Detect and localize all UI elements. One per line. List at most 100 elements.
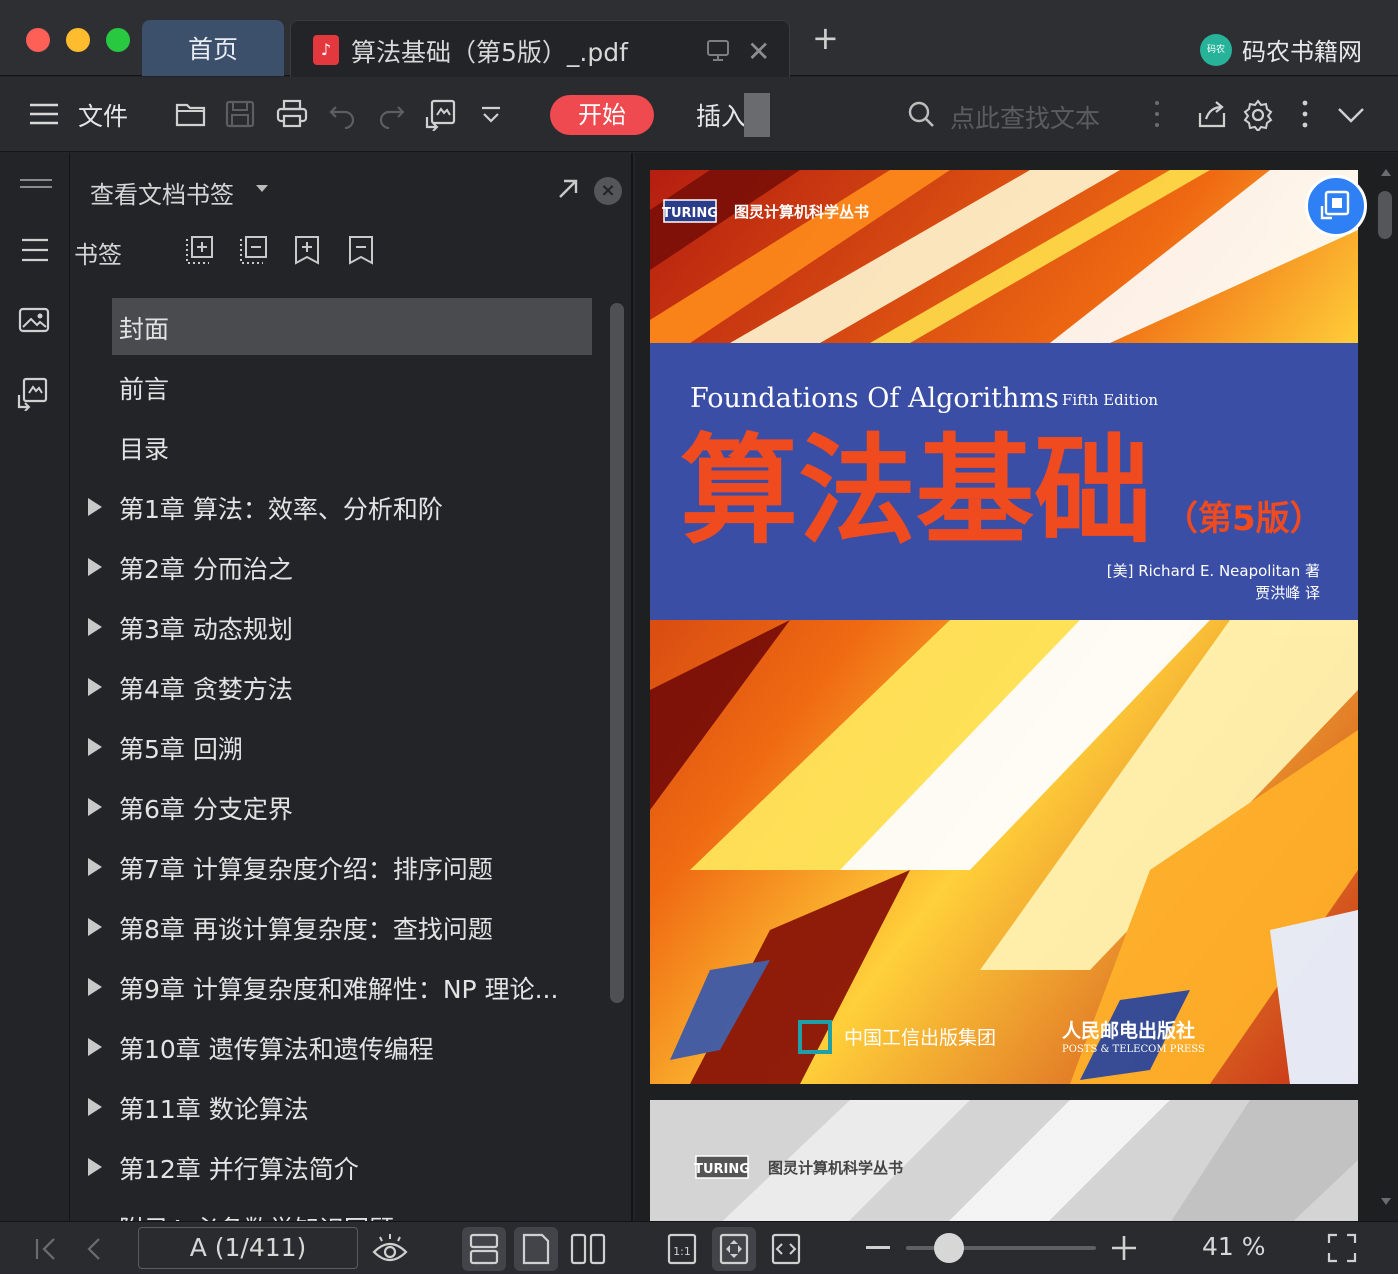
- bookmark-item[interactable]: 附录A 必备数学知识回顾: [70, 1197, 610, 1221]
- convert-icon: [1320, 190, 1350, 220]
- expand-triangle-icon[interactable]: [88, 858, 102, 876]
- expand-triangle-icon[interactable]: [88, 1158, 102, 1176]
- chevron-down-icon[interactable]: [1336, 105, 1366, 125]
- redo-icon[interactable]: [376, 99, 406, 129]
- actual-size-button[interactable]: 1:1: [660, 1227, 704, 1271]
- fit-width-button[interactable]: [764, 1227, 808, 1271]
- save-icon[interactable]: [224, 99, 256, 129]
- remove-bookmark-icon[interactable]: [238, 235, 268, 265]
- monitor-icon[interactable]: [705, 37, 731, 63]
- thumbnail-image-icon[interactable]: [18, 307, 50, 335]
- first-page-icon[interactable]: [34, 1236, 58, 1262]
- bookmark-item-label: 第12章 并行算法简介: [119, 1155, 359, 1184]
- two-page-icon: [570, 1233, 606, 1265]
- fullscreen-icon[interactable]: [1326, 1232, 1358, 1264]
- expand-triangle-icon[interactable]: [88, 498, 102, 516]
- close-tab-icon[interactable]: ✕: [747, 35, 770, 68]
- bookmark-item-label: 封面: [119, 315, 170, 344]
- tab-home[interactable]: 首页: [142, 20, 284, 76]
- more-options-icon[interactable]: [1298, 99, 1312, 129]
- expand-triangle-icon[interactable]: [88, 738, 102, 756]
- bookmark-item[interactable]: 第8章 再谈计算复杂度：查找问题: [70, 897, 610, 957]
- close-window-button[interactable]: [26, 28, 50, 52]
- tab-scroll-handle[interactable]: [744, 93, 770, 137]
- bookmark-item[interactable]: 第7章 计算复杂度介绍：排序问题: [70, 837, 610, 897]
- scroll-down-arrow-icon[interactable]: [1380, 1197, 1392, 1207]
- bookmark-item-label: 第4章 贪婪方法: [119, 675, 293, 704]
- fit-width-icon: [771, 1233, 801, 1265]
- bookmark-item[interactable]: 第1章 算法：效率、分析和阶: [70, 477, 610, 537]
- read-mode-eye-icon[interactable]: [372, 1232, 408, 1266]
- panel-title-dropdown[interactable]: 查看文档书签: [90, 175, 234, 210]
- caret-down-icon[interactable]: [256, 185, 268, 192]
- collapse-panel-icon[interactable]: [20, 177, 52, 191]
- bookmark-item[interactable]: 第5章 回溯: [70, 717, 610, 777]
- publisher-english: POSTS & TELECOM PRESS: [1062, 1044, 1205, 1055]
- convert-document-icon[interactable]: [424, 99, 458, 131]
- search-icon[interactable]: [906, 99, 936, 129]
- english-edition: Fifth Edition: [1062, 391, 1158, 409]
- add-child-bookmark-icon[interactable]: [292, 235, 322, 265]
- selected-highlight: [112, 298, 592, 355]
- expand-triangle-icon[interactable]: [88, 798, 102, 816]
- expand-triangle-icon[interactable]: [88, 618, 102, 636]
- continuous-scroll-button[interactable]: [462, 1227, 506, 1271]
- bookmark-item[interactable]: 第2章 分而治之: [70, 537, 610, 597]
- bookmark-item[interactable]: 第10章 遗传算法和遗传编程: [70, 1017, 610, 1077]
- bookmark-item-label: 第1章 算法：效率、分析和阶: [119, 495, 443, 524]
- zoom-percentage[interactable]: 41 %: [1202, 1232, 1266, 1261]
- bookmark-item[interactable]: 第12章 并行算法简介: [70, 1137, 610, 1197]
- undo-icon[interactable]: [328, 99, 358, 129]
- expand-triangle-icon[interactable]: [88, 918, 102, 936]
- minimize-window-button[interactable]: [66, 28, 90, 52]
- add-bookmark-icon[interactable]: [184, 235, 214, 265]
- print-icon[interactable]: [276, 99, 308, 129]
- bookmark-item[interactable]: 前言: [70, 357, 610, 417]
- expand-triangle-icon[interactable]: [88, 978, 102, 996]
- bookmark-list-icon[interactable]: [20, 237, 50, 263]
- undock-arrow-icon[interactable]: [556, 177, 580, 201]
- bookmark-item[interactable]: 第6章 分支定界: [70, 777, 610, 837]
- expand-triangle-icon[interactable]: [88, 558, 102, 576]
- zoom-in-button[interactable]: [1110, 1234, 1138, 1262]
- bookmark-item[interactable]: 第4章 贪婪方法: [70, 657, 610, 717]
- bookmark-item-label: 第5章 回溯: [119, 735, 243, 764]
- page-number-input[interactable]: A (1/411): [138, 1227, 358, 1269]
- bookmark-panel: 查看文档书签 × 书签 封面 前言 目录 第1章 算法：效率、分析和阶 第2章 分而治之…: [70, 153, 633, 1221]
- panel-scrollbar[interactable]: [610, 303, 624, 1003]
- close-panel-icon[interactable]: ×: [594, 177, 622, 205]
- delete-child-bookmark-icon[interactable]: [346, 235, 376, 265]
- two-page-button[interactable]: [566, 1227, 610, 1271]
- hamburger-menu-icon[interactable]: [28, 99, 60, 129]
- tab-document[interactable]: ♪ 算法基础（第5版）_.pdf ✕: [290, 20, 790, 77]
- bookmark-item[interactable]: 第3章 动态规划: [70, 597, 610, 657]
- annotation-export-icon[interactable]: [16, 377, 50, 411]
- bookmark-item[interactable]: 第11章 数论算法: [70, 1077, 610, 1137]
- fit-page-button[interactable]: [712, 1227, 756, 1271]
- zoom-out-button[interactable]: [866, 1246, 890, 1249]
- zoom-window-button[interactable]: [106, 28, 130, 52]
- tab-start[interactable]: 开始: [550, 95, 654, 135]
- search-input[interactable]: 点此查找文本: [950, 99, 1100, 135]
- zoom-slider-handle[interactable]: [933, 1233, 964, 1263]
- previous-page-icon[interactable]: [84, 1236, 104, 1262]
- document-scrollbar[interactable]: [1378, 191, 1392, 239]
- bookmark-item[interactable]: 封面: [70, 297, 610, 357]
- expand-triangle-icon[interactable]: [88, 1098, 102, 1116]
- share-icon[interactable]: [1196, 99, 1228, 129]
- new-tab-button[interactable]: +: [812, 22, 839, 54]
- file-menu[interactable]: 文件: [78, 97, 128, 133]
- bookmark-item[interactable]: 第9章 计算复杂度和难解性：NP 理论...: [70, 957, 610, 1017]
- more-dropdown-icon[interactable]: [478, 105, 504, 125]
- expand-triangle-icon[interactable]: [88, 1038, 102, 1056]
- single-page-button[interactable]: [514, 1227, 558, 1271]
- settings-gear-icon[interactable]: [1242, 99, 1274, 131]
- bookmark-item[interactable]: 目录: [70, 417, 610, 477]
- publisher-group: 中国工信出版集团: [844, 1027, 996, 1049]
- tab-insert[interactable]: 插入: [696, 97, 746, 133]
- scroll-up-arrow-icon[interactable]: [1380, 167, 1392, 177]
- expand-triangle-icon[interactable]: [88, 678, 102, 696]
- translator-line: 贾洪峰 译: [1255, 584, 1320, 602]
- floating-convert-button[interactable]: [1305, 175, 1367, 237]
- open-folder-icon[interactable]: [174, 99, 208, 129]
